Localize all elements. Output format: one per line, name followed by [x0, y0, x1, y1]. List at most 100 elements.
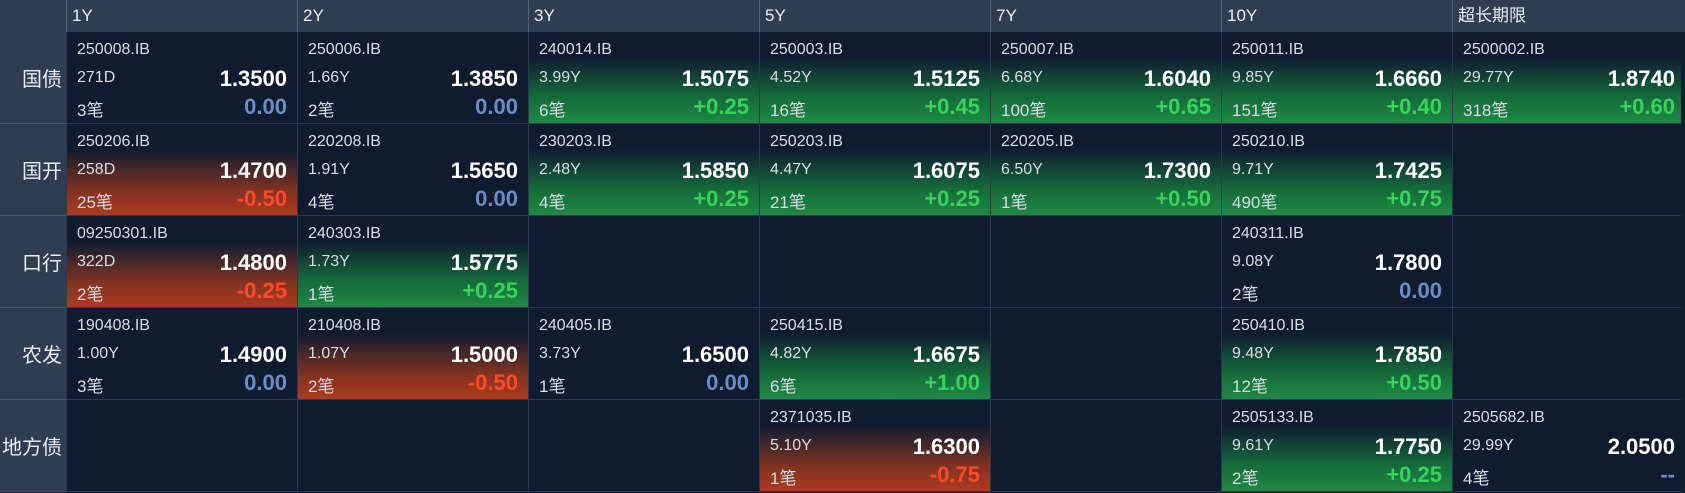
yield-change: +0.60	[1619, 94, 1675, 119]
term-label: 5.10Y	[770, 437, 812, 454]
trade-count: 2笔	[1232, 285, 1259, 304]
yield-change: +0.40	[1386, 94, 1442, 119]
quote-cell[interactable]: 230203.IB 2.48Y 4笔 1.5850 +0.25	[528, 124, 759, 216]
column-header-4[interactable]: 7Y	[990, 0, 1221, 32]
yield-change: +0.25	[1386, 462, 1442, 487]
yield-value: 1.5775	[450, 250, 518, 275]
quote-cell[interactable]: 240303.IB 1.73Y 1笔 1.5775 +0.25	[297, 216, 528, 308]
quote-cell[interactable]: 240311.IB 9.08Y 2笔 1.7800 0.00	[1221, 216, 1452, 308]
trade-count: 3笔	[77, 101, 104, 120]
scrollbar-edge[interactable]	[1681, 32, 1685, 493]
quote-cell[interactable]: 2500002.IB 29.77Y 318笔 1.8740 +0.60	[1452, 32, 1685, 124]
term-label: 322D	[77, 253, 116, 270]
yield-value: 1.5650	[450, 158, 518, 183]
trade-count: 6笔	[770, 377, 797, 396]
trade-count: 490笔	[1232, 193, 1278, 212]
yield-value: 1.6500	[681, 342, 749, 367]
yield-change: 0.00	[244, 370, 287, 395]
yield-value: 1.5125	[912, 66, 980, 91]
trade-count: 2笔	[1232, 469, 1259, 488]
yield-change: -0.75	[929, 462, 980, 487]
yield-change: 0.00	[706, 370, 749, 395]
quote-cell[interactable]: 250203.IB 4.47Y 21笔 1.6075 +0.25	[759, 124, 990, 216]
quote-cell[interactable]: 250206.IB 258D 25笔 1.4700 -0.50	[66, 124, 297, 216]
column-header-2[interactable]: 3Y	[528, 0, 759, 32]
row-label: 国债	[0, 32, 66, 124]
empty-cell	[66, 400, 297, 492]
quote-cell[interactable]: 250003.IB 4.52Y 16笔 1.5125 +0.45	[759, 32, 990, 124]
quote-cell[interactable]: 2371035.IB 5.10Y 1笔 1.6300 -0.75	[759, 400, 990, 492]
quote-cell[interactable]: 250410.IB 9.48Y 12笔 1.7850 +0.50	[1221, 308, 1452, 400]
quote-cell[interactable]: 250210.IB 9.71Y 490笔 1.7425 +0.75	[1221, 124, 1452, 216]
term-label: 9.71Y	[1232, 161, 1274, 178]
yield-change: +0.50	[1155, 186, 1211, 211]
term-label: 258D	[77, 161, 116, 178]
yield-change: +0.50	[1386, 370, 1442, 395]
yield-value: 1.6660	[1374, 66, 1442, 91]
empty-cell	[1452, 124, 1685, 216]
trade-count: 12笔	[1232, 377, 1268, 396]
trade-count: 100笔	[1001, 101, 1047, 120]
yield-value: 1.3500	[219, 66, 287, 91]
empty-cell	[990, 400, 1221, 492]
bond-code: 2505133.IB	[1232, 409, 1314, 426]
column-header-0[interactable]: 1Y	[66, 0, 297, 32]
yield-value: 1.8740	[1607, 66, 1675, 91]
bond-code: 250003.IB	[770, 41, 843, 58]
empty-cell	[990, 216, 1221, 308]
term-label: 9.48Y	[1232, 345, 1274, 362]
trade-count: 6笔	[539, 101, 566, 120]
term-label: 271D	[77, 69, 116, 86]
quote-cell[interactable]: 240014.IB 3.99Y 6笔 1.5075 +0.25	[528, 32, 759, 124]
trade-count: 4笔	[539, 193, 566, 212]
quote-cell[interactable]: 250006.IB 1.66Y 2笔 1.3850 0.00	[297, 32, 528, 124]
column-header-1[interactable]: 2Y	[297, 0, 528, 32]
trade-count: 16笔	[770, 101, 806, 120]
yield-value: 1.5075	[681, 66, 749, 91]
bond-code: 240311.IB	[1232, 225, 1304, 242]
yield-change: 0.00	[1399, 278, 1442, 303]
bond-code: 250210.IB	[1232, 133, 1305, 150]
yield-value: 1.3850	[450, 66, 518, 91]
empty-cell	[528, 216, 759, 308]
quote-cell[interactable]: 250007.IB 6.68Y 100笔 1.6040 +0.65	[990, 32, 1221, 124]
yield-value: 1.7850	[1374, 342, 1442, 367]
term-label: 4.47Y	[770, 161, 812, 178]
yield-value: 1.7800	[1374, 250, 1442, 275]
quote-cell[interactable]: 250011.IB 9.85Y 151笔 1.6660 +0.40	[1221, 32, 1452, 124]
trade-count: 21笔	[770, 193, 806, 212]
quote-cell[interactable]: 190408.IB 1.00Y 3笔 1.4900 0.00	[66, 308, 297, 400]
term-label: 1.73Y	[308, 253, 350, 270]
term-label: 29.99Y	[1463, 437, 1514, 454]
yield-change: 0.00	[244, 94, 287, 119]
yield-value: 1.6040	[1143, 66, 1211, 91]
quote-cell[interactable]: 09250301.IB 322D 2笔 1.4800 -0.25	[66, 216, 297, 308]
quote-cell[interactable]: 250008.IB 271D 3笔 1.3500 0.00	[66, 32, 297, 124]
quote-cell[interactable]: 250415.IB 4.82Y 6笔 1.6675 +1.00	[759, 308, 990, 400]
yield-value: 1.6075	[912, 158, 980, 183]
column-header-5[interactable]: 10Y	[1221, 0, 1452, 32]
term-label: 1.00Y	[77, 345, 119, 362]
quote-cell[interactable]: 220208.IB 1.91Y 4笔 1.5650 0.00	[297, 124, 528, 216]
bond-code: 230203.IB	[539, 133, 612, 150]
trade-count: 1笔	[539, 377, 566, 396]
quote-cell[interactable]: 240405.IB 3.73Y 1笔 1.6500 0.00	[528, 308, 759, 400]
quote-cell[interactable]: 2505682.IB 29.99Y 4笔 2.0500 --	[1452, 400, 1685, 492]
yield-value: 1.7300	[1143, 158, 1211, 183]
term-label: 1.66Y	[308, 69, 350, 86]
bond-code: 250415.IB	[770, 317, 843, 334]
yield-value: 1.7425	[1374, 158, 1442, 183]
bond-code: 250206.IB	[77, 133, 150, 150]
empty-cell	[1452, 216, 1685, 308]
quote-cell[interactable]: 2505133.IB 9.61Y 2笔 1.7750 +0.25	[1221, 400, 1452, 492]
empty-cell	[990, 308, 1221, 400]
yield-change: -0.50	[236, 186, 287, 211]
column-header-6[interactable]: 超长期限	[1452, 0, 1685, 32]
quote-cell[interactable]: 220205.IB 6.50Y 1笔 1.7300 +0.50	[990, 124, 1221, 216]
header-corner	[0, 0, 66, 32]
yield-value: 1.6675	[912, 342, 980, 367]
quote-cell[interactable]: 210408.IB 1.07Y 2笔 1.5000 -0.50	[297, 308, 528, 400]
yield-value: 1.5000	[450, 342, 518, 367]
column-header-3[interactable]: 5Y	[759, 0, 990, 32]
bond-code: 240014.IB	[539, 41, 612, 58]
